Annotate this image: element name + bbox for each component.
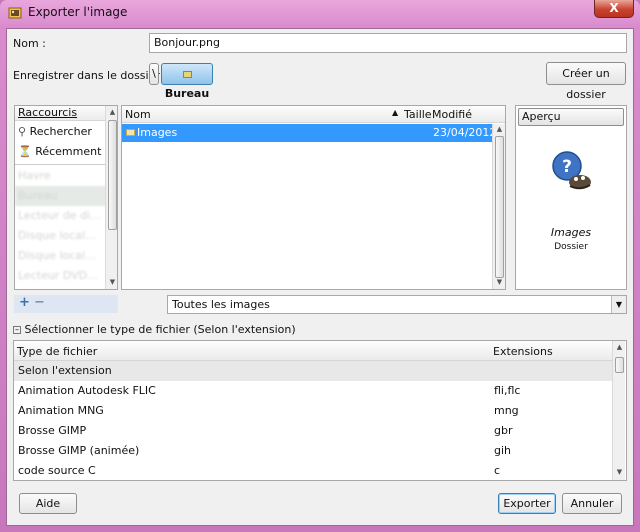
places-item-blurred[interactable]: Havre <box>15 166 117 186</box>
scroll-up-icon[interactable]: ▲ <box>495 125 504 133</box>
places-separator <box>15 164 105 165</box>
path-root-button[interactable]: \ <box>149 63 159 85</box>
places-item-blurred[interactable]: Bureau <box>15 186 117 206</box>
create-folder-button[interactable]: Créer un dossier <box>546 62 626 101</box>
file-list-header: Nom ▲ Taille Modifié <box>122 106 505 123</box>
preview-pane: Aperçu ? Images Dossier <box>515 105 627 290</box>
path-bureau-label: Bureau <box>164 87 210 100</box>
places-header[interactable]: Raccourcis <box>15 106 105 121</box>
filename-input[interactable]: Bonjour.png <box>149 33 627 53</box>
file-list-pane: Nom ▲ Taille Modifié Images 23/04/2012 ▲… <box>121 105 506 290</box>
filetype-name: Brosse GIMP <box>18 424 87 437</box>
places-pane: Raccourcis ⚲ Rechercher ⏳ Récemment ... … <box>14 105 118 290</box>
filetype-row[interactable]: code source C c <box>14 461 612 480</box>
recent-icon: ⏳ <box>18 145 32 158</box>
filetype-name: code source C <box>18 464 96 477</box>
cancel-button[interactable]: Annuler <box>562 493 622 514</box>
filetype-ext: gbr <box>494 424 513 437</box>
close-button[interactable]: X <box>594 0 634 18</box>
places-item-label: Récemment ... <box>35 145 116 158</box>
col-type-header[interactable]: Type de fichier <box>17 345 97 358</box>
folder-label: Enregistrer dans le dossier : <box>13 69 168 82</box>
filetype-ext: c <box>494 464 501 477</box>
places-item-label: Rechercher <box>29 125 92 138</box>
file-list-scrollbar[interactable]: ▲ ▼ <box>492 124 505 289</box>
scroll-down-icon[interactable]: ▼ <box>108 278 117 286</box>
preview-type: Dossier <box>554 242 588 252</box>
scroll-up-icon[interactable]: ▲ <box>108 108 117 116</box>
preview-header[interactable]: Aperçu <box>518 108 624 126</box>
places-item-blurred[interactable]: Disque local... <box>15 226 117 246</box>
window-title: Exporter l'image <box>28 5 128 19</box>
filetype-ext: gih <box>494 444 512 457</box>
search-icon: ⚲ <box>18 125 27 138</box>
folder-icon <box>126 129 135 136</box>
dialog-window: Exporter l'image X Nom : Bonjour.png Enr… <box>0 0 640 532</box>
collapse-icon[interactable]: – <box>13 326 21 334</box>
file-row-images[interactable]: Images 23/04/2012 <box>122 124 496 142</box>
places-item-recent[interactable]: ⏳ Récemment ... <box>15 142 117 162</box>
filetype-header: Type de fichier Extensions <box>14 341 612 361</box>
filetype-expander[interactable]: – Sélectionner le type de fichier (Selon… <box>13 323 296 336</box>
filter-value: Toutes les images <box>172 298 270 311</box>
col-size-header[interactable]: Taille <box>404 108 432 121</box>
title-bar[interactable]: Exporter l'image X <box>0 0 640 26</box>
preview-name: Images <box>550 226 592 239</box>
filetype-ext: mng <box>494 404 519 417</box>
filetype-name: Animation MNG <box>18 404 104 417</box>
filetype-ext: fli,flc <box>494 384 521 397</box>
filetype-name: Selon l'extension <box>18 364 112 377</box>
col-ext-header[interactable]: Extensions <box>493 345 553 358</box>
filetype-expander-label: Sélectionner le type de fichier (Selon l… <box>24 323 296 336</box>
folder-icon <box>182 71 192 78</box>
dialog-body: Nom : Bonjour.png Enregistrer dans le do… <box>6 28 634 526</box>
filetype-name: Animation Autodesk FLIC <box>18 384 156 397</box>
places-item-blurred[interactable]: Lecteur de di... <box>15 206 117 226</box>
places-item-rechercher[interactable]: ⚲ Rechercher <box>15 122 117 142</box>
export-button[interactable]: Exporter <box>498 493 556 514</box>
scroll-thumb[interactable] <box>615 357 624 373</box>
filetype-name: Brosse GIMP (animée) <box>18 444 140 457</box>
chevron-down-icon[interactable]: ▼ <box>611 296 626 313</box>
filetype-row[interactable]: Brosse GIMP (animée) gih <box>14 441 612 461</box>
name-label: Nom : <box>13 37 46 50</box>
filetype-list: Type de fichier Extensions Selon l'exten… <box>13 340 627 481</box>
scroll-down-icon[interactable]: ▼ <box>615 468 624 476</box>
scroll-thumb[interactable] <box>495 136 504 278</box>
filetype-scrollbar[interactable]: ▲ ▼ <box>612 341 625 480</box>
filter-combo[interactable]: Toutes les images ▼ <box>167 295 627 314</box>
scroll-thumb[interactable] <box>108 120 117 230</box>
svg-text:?: ? <box>562 157 572 177</box>
file-modified: 23/04/2012 <box>433 126 497 139</box>
remove-place-icon[interactable]: − <box>34 295 45 310</box>
filetype-row[interactable]: Brosse GIMP gbr <box>14 421 612 441</box>
places-toolbar: + − <box>14 295 118 313</box>
places-scrollbar[interactable]: ▲ ▼ <box>105 106 117 289</box>
filetype-row[interactable]: Selon l'extension <box>14 361 612 381</box>
gimp-folder-preview-icon: ? <box>552 151 591 190</box>
places-item-blurred[interactable]: Disque local... <box>15 246 117 266</box>
help-button[interactable]: Aide <box>19 493 77 514</box>
add-place-icon[interactable]: + <box>19 295 30 310</box>
gimp-app-icon <box>8 7 22 19</box>
places-item-blurred[interactable]: Lecteur DVD... <box>15 266 117 286</box>
sort-up-icon: ▲ <box>392 108 399 117</box>
filetype-row[interactable]: Animation Autodesk FLIC fli,flc <box>14 381 612 401</box>
scroll-up-icon[interactable]: ▲ <box>615 343 624 351</box>
scroll-down-icon[interactable]: ▼ <box>495 278 504 286</box>
path-bureau-button[interactable]: Bureau <box>161 63 213 100</box>
col-name-header[interactable]: Nom <box>125 108 151 121</box>
file-name: Images <box>137 126 178 139</box>
filetype-row[interactable]: Animation MNG mng <box>14 401 612 421</box>
col-modified-header[interactable]: Modifié <box>432 108 472 121</box>
